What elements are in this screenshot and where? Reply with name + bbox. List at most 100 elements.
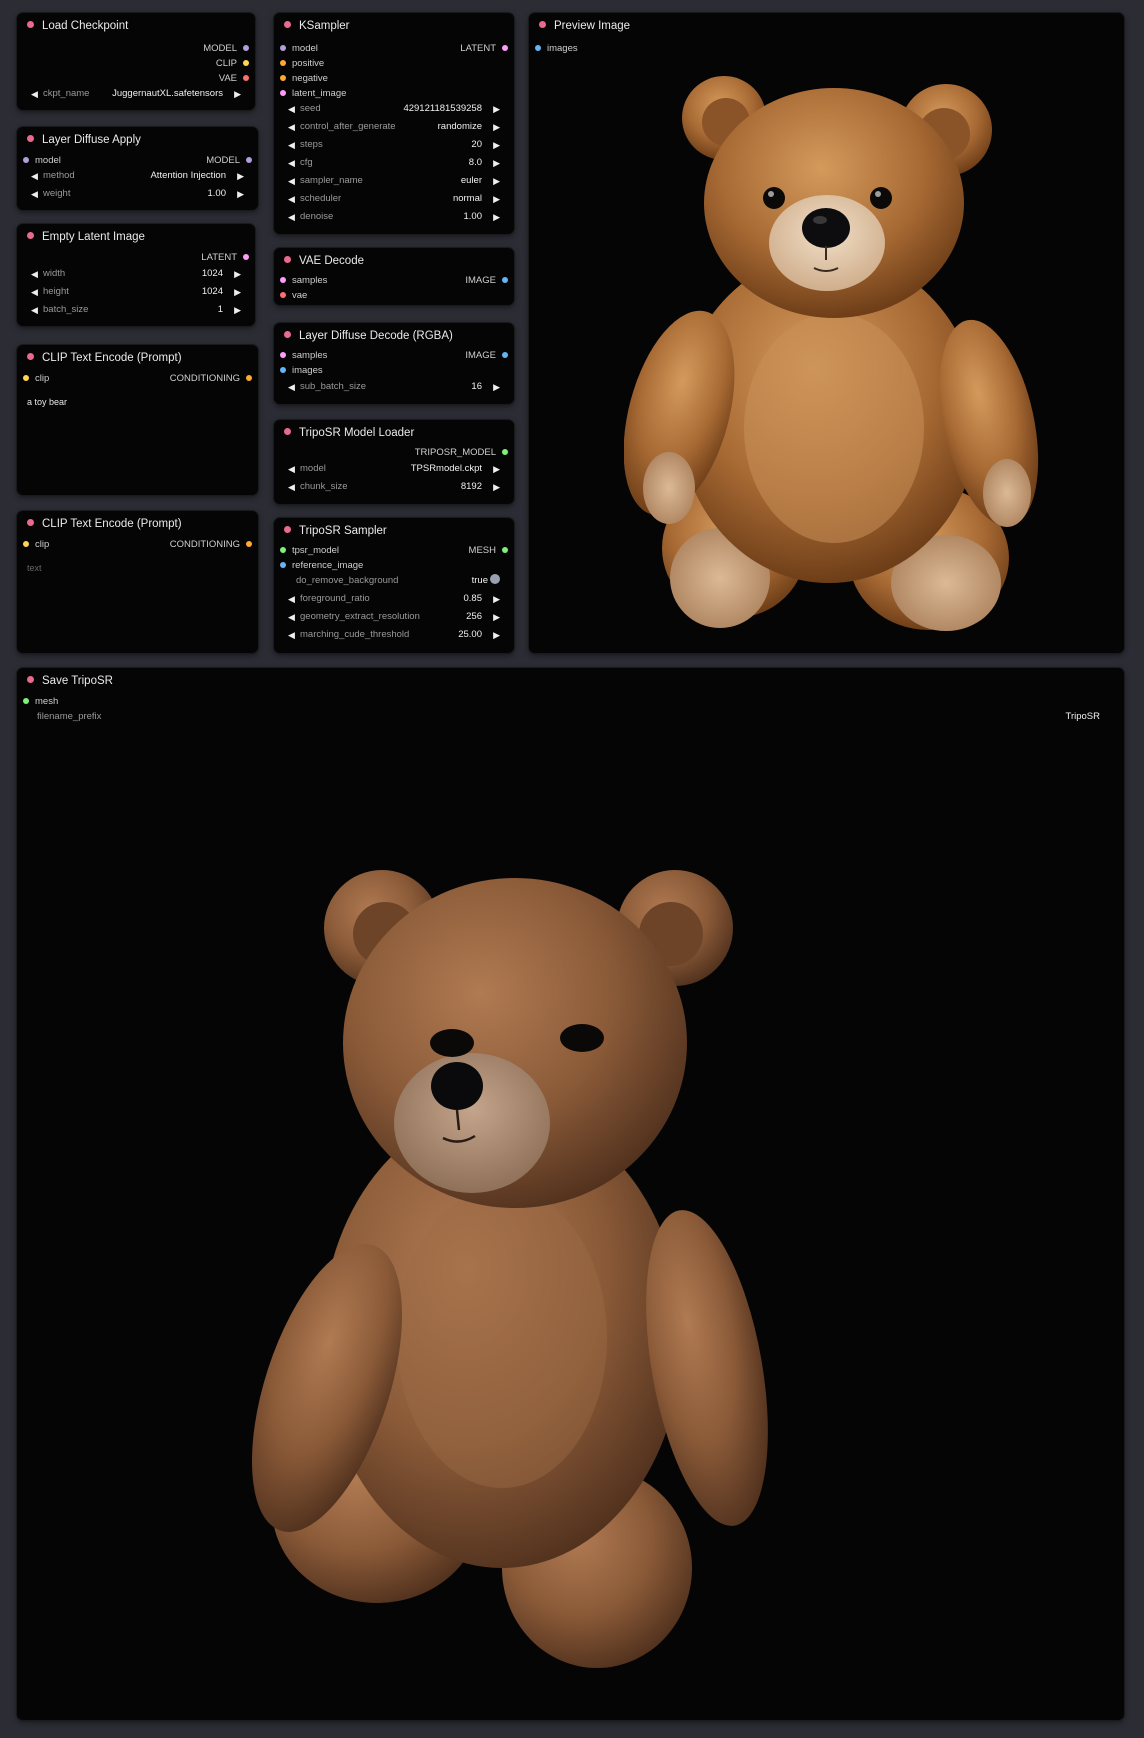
right-arrow-icon[interactable]: ▶ [237,169,244,183]
output-latent[interactable]: LATENT [460,43,508,55]
left-arrow-icon[interactable]: ◀ [31,285,38,299]
output-image[interactable]: IMAGE [465,275,508,287]
right-arrow-icon[interactable]: ▶ [493,174,500,188]
input-latent-image[interactable]: latent_image [280,88,346,100]
node-collapse-dot[interactable] [284,21,291,28]
output-model[interactable]: MODEL [203,43,249,55]
node-collapse-dot[interactable] [539,21,546,28]
node-collapse-dot[interactable] [284,526,291,533]
seed-number[interactable]: ◀ seed 429121181539258 ▶ [288,102,500,116]
left-arrow-icon[interactable]: ◀ [31,187,38,201]
steps-number[interactable]: ◀ steps 20 ▶ [288,138,500,152]
right-arrow-icon[interactable]: ▶ [234,285,241,299]
left-arrow-icon[interactable]: ◀ [31,87,38,101]
node-collapse-dot[interactable] [27,676,34,683]
denoise-number[interactable]: ◀ denoise 1.00 ▶ [288,210,500,224]
left-arrow-icon[interactable]: ◀ [288,174,295,188]
left-arrow-icon[interactable]: ◀ [288,192,295,206]
right-arrow-icon[interactable]: ▶ [493,592,500,606]
input-vae[interactable]: vae [280,290,307,302]
control-after-generate-combo[interactable]: ◀ control_after_generate randomize ▶ [288,120,500,134]
left-arrow-icon[interactable]: ◀ [288,102,295,116]
right-arrow-icon[interactable]: ▶ [493,138,500,152]
output-image[interactable]: IMAGE [465,350,508,362]
model-combo[interactable]: ◀ model TPSRmodel.ckpt ▶ [288,462,500,476]
node-preview-image[interactable]: Preview Image images [529,13,1124,653]
node-collapse-dot[interactable] [27,232,34,239]
right-arrow-icon[interactable]: ▶ [237,187,244,201]
node-save-triposr[interactable]: Save TripoSR mesh filename_prefix TripoS… [17,668,1124,1720]
right-arrow-icon[interactable]: ▶ [493,628,500,642]
right-arrow-icon[interactable]: ▶ [493,156,500,170]
input-samples[interactable]: samples [280,350,327,362]
right-arrow-icon[interactable]: ▶ [234,267,241,281]
foreground-ratio-number[interactable]: ◀ foreground_ratio 0.85 ▶ [288,592,500,606]
input-reference-image[interactable]: reference_image [280,560,363,572]
input-mesh[interactable]: mesh [23,696,58,708]
output-vae[interactable]: VAE [219,73,249,85]
width-number[interactable]: ◀ width 1024 ▶ [31,267,241,281]
node-layer-diffuse-apply[interactable]: Layer Diffuse Apply model MODEL ◀ method… [17,127,258,210]
cfg-number[interactable]: ◀ cfg 8.0 ▶ [288,156,500,170]
ckpt-name-combo[interactable]: ◀ ckpt_name JuggernautXL.safetensors ▶ [31,87,241,101]
node-empty-latent-image[interactable]: Empty Latent Image LATENT ◀ width 1024 ▶… [17,224,255,326]
input-positive[interactable]: positive [280,58,324,70]
input-samples[interactable]: samples [280,275,327,287]
left-arrow-icon[interactable]: ◀ [288,480,295,494]
node-collapse-dot[interactable] [284,428,291,435]
batch-size-number[interactable]: ◀ batch_size 1 ▶ [31,303,241,317]
left-arrow-icon[interactable]: ◀ [288,380,295,394]
right-arrow-icon[interactable]: ▶ [493,462,500,476]
left-arrow-icon[interactable]: ◀ [288,120,295,134]
input-negative[interactable]: negative [280,73,328,85]
right-arrow-icon[interactable]: ▶ [234,87,241,101]
node-collapse-dot[interactable] [27,519,34,526]
input-model[interactable]: model [23,155,61,167]
right-arrow-icon[interactable]: ▶ [493,210,500,224]
node-layer-diffuse-decode[interactable]: Layer Diffuse Decode (RGBA) samples IMAG… [274,323,514,404]
right-arrow-icon[interactable]: ▶ [493,480,500,494]
prompt-textarea[interactable]: a toy bear [27,397,248,485]
node-clip-text-encode-positive[interactable]: CLIP Text Encode (Prompt) clip CONDITION… [17,345,258,495]
input-tpsr-model[interactable]: tpsr_model [280,545,339,557]
output-clip[interactable]: CLIP [216,58,249,70]
remove-background-toggle[interactable]: do_remove_background true [288,574,500,588]
left-arrow-icon[interactable]: ◀ [31,169,38,183]
filename-prefix-text[interactable]: filename_prefix TripoSR [37,710,1100,724]
left-arrow-icon[interactable]: ◀ [288,210,295,224]
node-collapse-dot[interactable] [284,331,291,338]
right-arrow-icon[interactable]: ▶ [493,380,500,394]
left-arrow-icon[interactable]: ◀ [288,138,295,152]
right-arrow-icon[interactable]: ▶ [234,303,241,317]
node-collapse-dot[interactable] [27,135,34,142]
input-images[interactable]: images [535,43,578,55]
node-vae-decode[interactable]: VAE Decode samples IMAGE vae [274,248,514,305]
node-load-checkpoint[interactable]: Load Checkpoint MODEL CLIP VAE ◀ ckpt_na… [17,13,255,110]
right-arrow-icon[interactable]: ▶ [493,610,500,624]
chunk-size-number[interactable]: ◀ chunk_size 8192 ▶ [288,480,500,494]
scheduler-combo[interactable]: ◀ scheduler normal ▶ [288,192,500,206]
left-arrow-icon[interactable]: ◀ [288,156,295,170]
node-collapse-dot[interactable] [27,21,34,28]
height-number[interactable]: ◀ height 1024 ▶ [31,285,241,299]
output-conditioning[interactable]: CONDITIONING [170,373,252,385]
method-combo[interactable]: ◀ method Attention Injection ▶ [31,169,244,183]
output-mesh[interactable]: MESH [469,545,508,557]
node-triposr-model-loader[interactable]: TripoSR Model Loader TRIPOSR_MODEL ◀ mod… [274,420,514,504]
left-arrow-icon[interactable]: ◀ [288,628,295,642]
left-arrow-icon[interactable]: ◀ [288,462,295,476]
marching-cude-threshold-number[interactable]: ◀ marching_cude_threshold 25.00 ▶ [288,628,500,642]
right-arrow-icon[interactable]: ▶ [493,102,500,116]
prompt-textarea[interactable]: text [27,563,248,643]
input-images[interactable]: images [280,365,323,377]
input-clip[interactable]: clip [23,373,49,385]
node-ksampler[interactable]: KSampler model LATENT positive negative … [274,13,514,234]
output-triposr-model[interactable]: TRIPOSR_MODEL [415,447,508,459]
weight-number[interactable]: ◀ weight 1.00 ▶ [31,187,244,201]
left-arrow-icon[interactable]: ◀ [31,303,38,317]
output-conditioning[interactable]: CONDITIONING [170,539,252,551]
node-triposr-sampler[interactable]: TripoSR Sampler tpsr_model MESH referenc… [274,518,514,653]
right-arrow-icon[interactable]: ▶ [493,192,500,206]
node-clip-text-encode-negative[interactable]: CLIP Text Encode (Prompt) clip CONDITION… [17,511,258,653]
geometry-extract-resolution-number[interactable]: ◀ geometry_extract_resolution 256 ▶ [288,610,500,624]
